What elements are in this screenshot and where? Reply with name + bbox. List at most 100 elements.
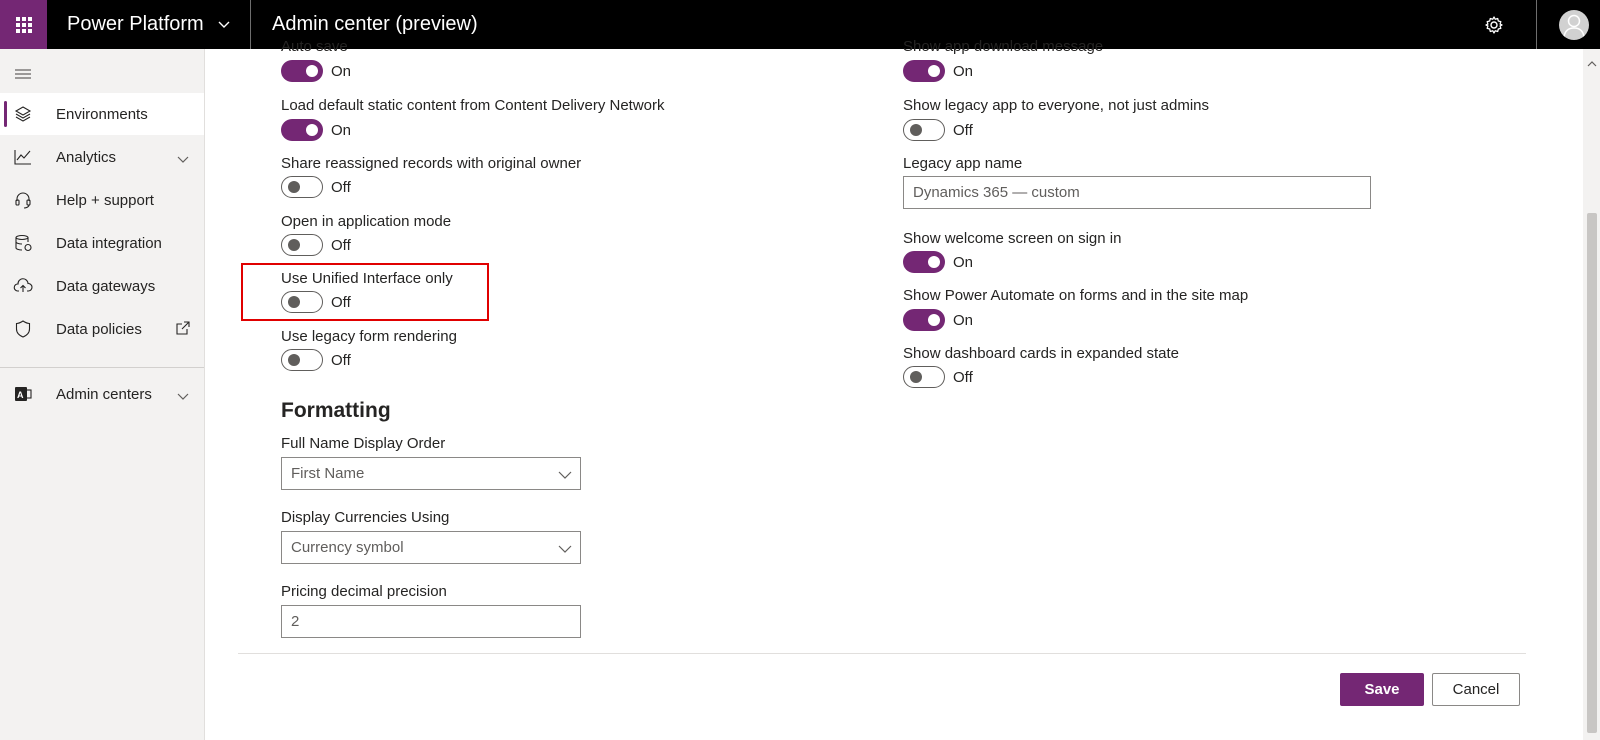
svg-text:A: A	[17, 390, 24, 400]
dropdown-value: Currency symbol	[291, 539, 404, 556]
toggle-switch	[903, 309, 945, 331]
chevron-down-icon	[558, 467, 572, 484]
toggle-switch	[903, 366, 945, 388]
brand-name: Power Platform	[67, 13, 204, 35]
cdn-toggle[interactable]: On	[281, 119, 351, 141]
sidebar-item-label: Help + support	[56, 191, 154, 209]
sidebar-item-analytics[interactable]: Analytics	[0, 136, 204, 178]
currencies-dropdown[interactable]: Currency symbol	[281, 531, 581, 564]
sidebar-item-label: Data integration	[56, 234, 162, 252]
toggle-switch	[281, 291, 323, 313]
pricing-precision-label: Pricing decimal precision	[281, 583, 447, 600]
sidebar-item-environments[interactable]: Environments	[0, 93, 204, 135]
app-launcher-button[interactable]	[0, 0, 47, 49]
sidebar-item-label: Admin centers	[56, 385, 152, 403]
currencies-label: Display Currencies Using	[281, 509, 450, 526]
power-automate-toggle[interactable]: On	[903, 309, 973, 331]
legacy-app-everyone-toggle[interactable]: Off	[903, 119, 973, 141]
cancel-button[interactable]: Cancel	[1432, 673, 1520, 706]
toggle-switch	[281, 60, 323, 82]
dropdown-value: First Name	[291, 465, 365, 482]
cdn-label: Load default static content from Content…	[281, 97, 665, 114]
toggle-state: On	[331, 121, 352, 139]
layers-icon	[13, 104, 33, 124]
toggle-state: Off	[331, 293, 351, 311]
chevron-down-icon	[558, 541, 572, 558]
toggle-state: Off	[953, 121, 973, 139]
app-download-toggle[interactable]: On	[903, 60, 973, 82]
toggle-state: Off	[331, 236, 351, 254]
unified-interface-label: Use Unified Interface only	[281, 270, 453, 287]
toggle-state: Off	[953, 368, 973, 386]
chart-icon	[13, 147, 33, 167]
toggle-switch	[281, 176, 323, 198]
chevron-down-icon	[177, 151, 189, 168]
legacy-app-name-input[interactable]	[903, 176, 1371, 209]
shield-icon	[13, 319, 33, 339]
settings-panel: Auto save On Load default static content…	[205, 38, 1583, 740]
sidebar-item-label: Environments	[56, 105, 148, 123]
full-name-order-label: Full Name Display Order	[281, 435, 446, 452]
headset-icon	[13, 190, 33, 210]
top-bar: Power Platform Admin center (preview)	[0, 0, 1600, 49]
sidebar-item-help-support[interactable]: Help + support	[0, 179, 204, 221]
share-reassigned-toggle[interactable]: Off	[281, 176, 351, 198]
sidebar-item-data-policies[interactable]: Data policies	[0, 308, 204, 350]
chevron-down-icon	[218, 21, 230, 29]
sidebar-item-admin-centers[interactable]: A Admin centers	[0, 373, 204, 415]
auto-save-toggle[interactable]: On	[281, 60, 351, 82]
vertical-scrollbar[interactable]	[1583, 49, 1600, 740]
legacy-app-everyone-label: Show legacy app to everyone, not just ad…	[903, 97, 1210, 114]
external-link-icon	[175, 320, 191, 340]
toggle-switch	[281, 349, 323, 371]
cloud-upload-icon	[13, 276, 33, 296]
sidebar-item-label: Data policies	[56, 320, 142, 338]
legacy-form-toggle[interactable]: Off	[281, 349, 351, 371]
formatting-heading: Formatting	[281, 399, 391, 422]
dashboard-cards-label: Show dashboard cards in expanded state	[903, 345, 1180, 362]
header-divider-right	[1536, 0, 1537, 49]
scroll-up-arrow-icon[interactable]	[1587, 55, 1597, 73]
person-icon	[1563, 14, 1585, 38]
toggle-switch	[281, 119, 323, 141]
unified-interface-toggle[interactable]: Off	[281, 291, 351, 313]
toggle-state: On	[953, 311, 974, 329]
chevron-down-icon	[177, 388, 189, 405]
full-name-order-dropdown[interactable]: First Name	[281, 457, 581, 490]
app-mode-label: Open in application mode	[281, 213, 452, 230]
sidebar-divider	[0, 367, 204, 368]
toggle-state: On	[953, 253, 974, 271]
app-download-label: Show app download message	[903, 38, 1104, 55]
toggle-switch	[903, 119, 945, 141]
welcome-screen-label: Show welcome screen on sign in	[903, 230, 1122, 247]
sidebar-item-label: Data gateways	[56, 277, 156, 295]
toggle-state: Off	[331, 351, 351, 369]
save-button[interactable]: Save	[1340, 673, 1424, 706]
pricing-precision-input[interactable]	[281, 605, 581, 638]
header-divider	[250, 0, 251, 49]
share-reassigned-label: Share reassigned records with original o…	[281, 155, 582, 172]
sidebar-item-data-integration[interactable]: Data integration	[0, 222, 204, 264]
dashboard-cards-toggle[interactable]: Off	[903, 366, 973, 388]
legacy-app-name-label: Legacy app name	[903, 155, 1023, 172]
waffle-icon	[15, 16, 32, 33]
app-mode-toggle[interactable]: Off	[281, 234, 351, 256]
hamburger-menu-icon[interactable]	[13, 64, 33, 84]
toggle-switch	[281, 234, 323, 256]
user-avatar[interactable]	[1559, 10, 1589, 40]
database-icon	[13, 233, 33, 253]
admin-centers-icon: A	[13, 384, 33, 404]
settings-gear-icon[interactable]	[1482, 13, 1506, 37]
auto-save-label: Auto save	[281, 38, 348, 55]
toggle-state: On	[953, 62, 974, 80]
sidebar-item-label: Analytics	[56, 148, 117, 166]
toggle-state: Off	[331, 178, 351, 196]
footer-divider	[238, 653, 1526, 654]
sidebar-nav: Environments Analytics Help + support Da…	[0, 49, 205, 740]
legacy-form-label: Use legacy form rendering	[281, 328, 457, 345]
welcome-screen-toggle[interactable]: On	[903, 251, 973, 273]
brand-menu[interactable]: Power Platform	[67, 0, 230, 49]
scroll-thumb[interactable]	[1587, 213, 1597, 733]
toggle-switch	[903, 251, 945, 273]
sidebar-item-data-gateways[interactable]: Data gateways	[0, 265, 204, 307]
